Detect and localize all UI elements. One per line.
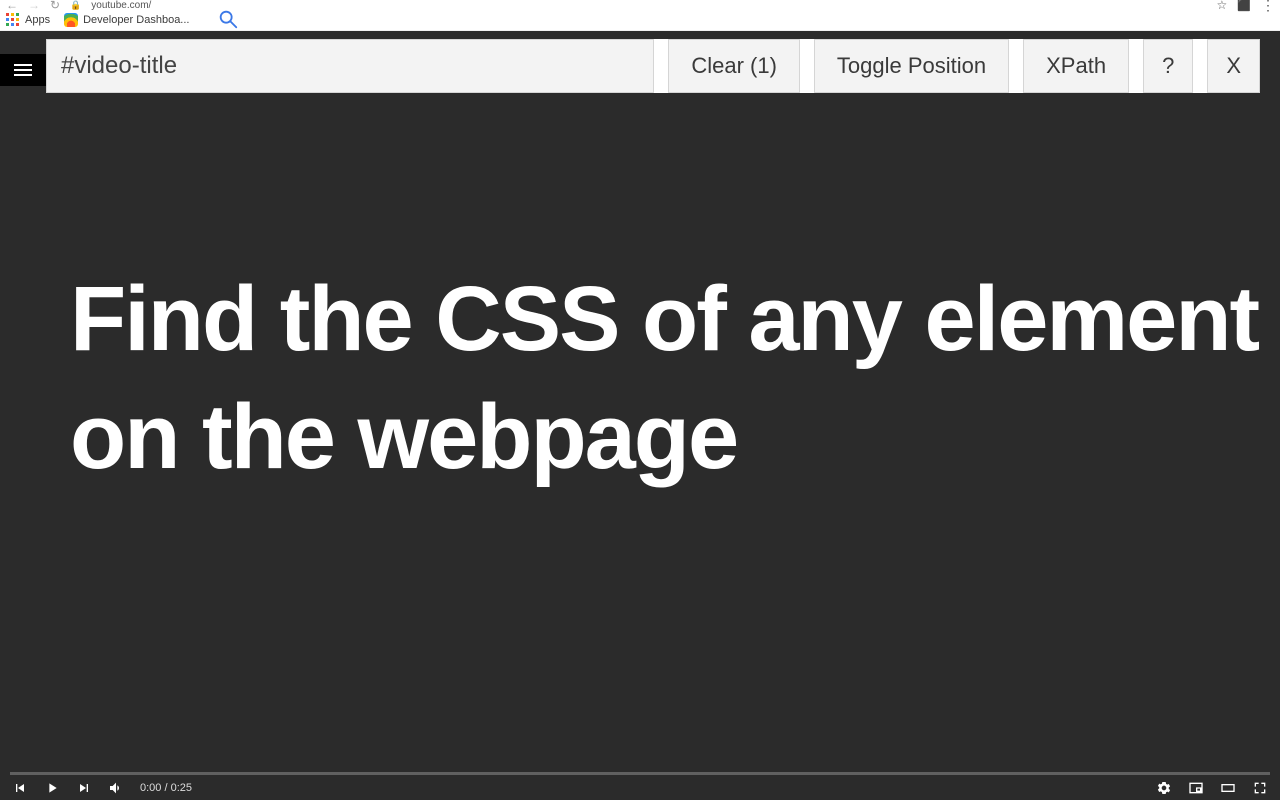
close-button[interactable]: X [1207, 39, 1260, 93]
back-arrow-icon[interactable]: ← [6, 0, 18, 12]
bookmarks-bar: Apps Developer Dashboa... [0, 10, 1280, 31]
bookmark-label: Developer Dashboa... [83, 14, 189, 26]
next-icon[interactable] [76, 780, 92, 796]
hero-heading: Find the CSS of any element on the webpa… [70, 261, 1280, 497]
video-player-bar: 0:00 / 0:25 [0, 772, 1280, 800]
fullscreen-icon[interactable] [1252, 780, 1268, 796]
selector-query-input[interactable]: #video-title [46, 39, 654, 93]
search-magnifier-icon[interactable] [217, 8, 239, 33]
address-bar[interactable]: youtube.com/ [91, 0, 151, 11]
theater-icon[interactable] [1220, 780, 1236, 796]
page-content: #video-title Clear (1) Toggle Position X… [0, 31, 1280, 800]
forward-arrow-icon[interactable]: → [28, 0, 40, 12]
play-icon[interactable] [44, 780, 60, 796]
miniplayer-icon[interactable] [1188, 780, 1204, 796]
settings-gear-icon[interactable] [1156, 780, 1172, 796]
selector-query-value: #video-title [61, 52, 177, 80]
toggle-position-button[interactable]: Toggle Position [814, 39, 1009, 93]
reload-icon[interactable]: ↻ [50, 0, 60, 12]
bookmark-item-dev-dashboard[interactable]: Developer Dashboa... [64, 13, 189, 27]
apps-label: Apps [25, 14, 50, 26]
volume-icon[interactable] [108, 780, 124, 796]
xpath-button[interactable]: XPath [1023, 39, 1129, 93]
progress-track[interactable] [10, 772, 1270, 775]
webstore-favicon-icon [64, 13, 78, 27]
playback-time: 0:00 / 0:25 [140, 782, 192, 794]
lock-icon: 🔒 [70, 0, 81, 11]
browser-toolbar: ← → ↻ 🔒 youtube.com/ ☆ ⬛ ⋮ [0, 0, 1280, 10]
bookmark-star-icon[interactable]: ☆ [1217, 0, 1228, 12]
youtube-menu-button[interactable] [0, 54, 46, 86]
apps-grid-icon [6, 13, 20, 27]
hamburger-icon [14, 69, 32, 71]
extension-cube-icon[interactable]: ⬛ [1237, 0, 1251, 12]
apps-shortcut[interactable]: Apps [6, 13, 50, 27]
selector-extension-bar: #video-title Clear (1) Toggle Position X… [46, 39, 1260, 93]
clear-button[interactable]: Clear (1) [668, 39, 800, 93]
help-button[interactable]: ? [1143, 39, 1193, 93]
previous-icon[interactable] [12, 780, 28, 796]
chrome-menu-icon[interactable]: ⋮ [1261, 1, 1274, 9]
